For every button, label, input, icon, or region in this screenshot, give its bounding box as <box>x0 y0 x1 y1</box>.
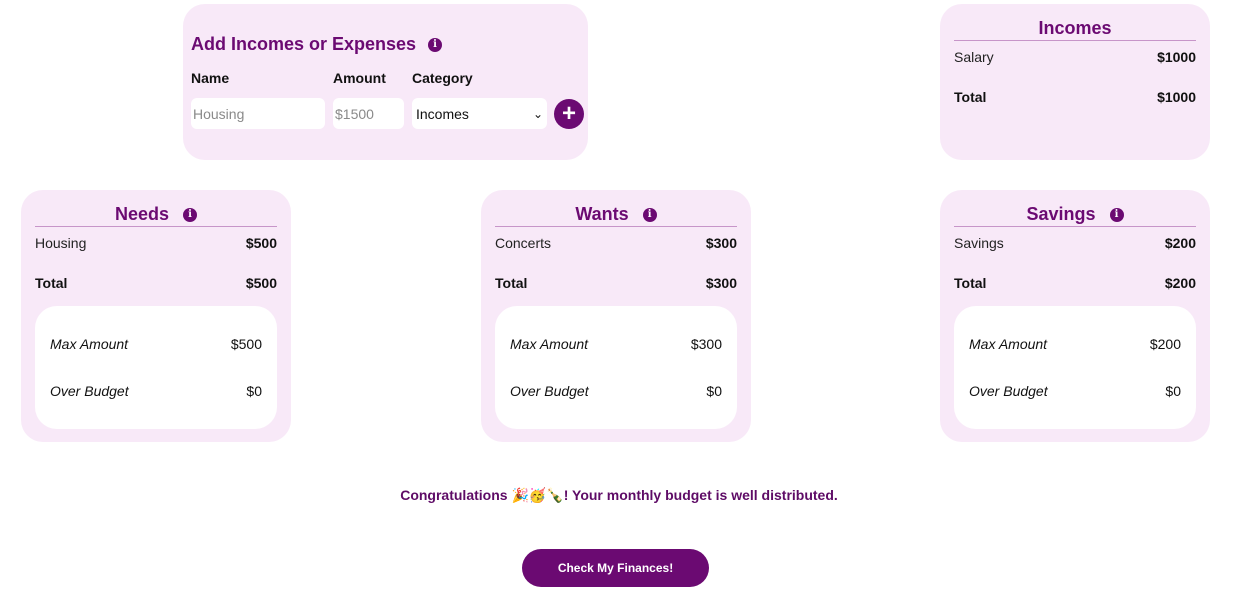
item-amount: $300 <box>705 235 737 251</box>
max-amount-label: Max Amount <box>969 336 1048 352</box>
needs-total-row: Total $500 <box>35 275 277 291</box>
over-budget-value: $0 <box>706 383 722 399</box>
name-label: Name <box>191 70 230 86</box>
wants-card: Wants i Concerts $300 Total $300 Max Amo… <box>481 190 751 442</box>
list-item: Salary $1000 <box>954 49 1196 65</box>
over-budget-row: Over Budget $0 <box>50 383 262 399</box>
list-item: Concerts $300 <box>495 235 737 251</box>
amount-label: Amount <box>333 70 386 86</box>
total-label: Total <box>954 275 987 291</box>
add-entry-button[interactable]: + <box>554 99 584 129</box>
needs-header: Needs i <box>35 204 277 227</box>
over-budget-label: Over Budget <box>969 383 1048 399</box>
savings-header: Savings i <box>954 204 1196 227</box>
add-entry-card: Add Incomes or Expenses i Name Amount Ca… <box>183 4 588 160</box>
add-entry-title-row: Add Incomes or Expenses i <box>191 34 443 55</box>
total-amount: $1000 <box>1157 89 1196 105</box>
item-amount: $1000 <box>1157 49 1196 65</box>
category-label: Category <box>412 70 473 86</box>
add-entry-title: Add Incomes or Expenses <box>191 34 417 54</box>
max-amount-row: Max Amount $200 <box>969 336 1181 352</box>
needs-budget-box: Max Amount $500 Over Budget $0 <box>35 306 277 429</box>
over-budget-value: $0 <box>246 383 262 399</box>
total-amount: $300 <box>705 275 737 291</box>
over-budget-label: Over Budget <box>510 383 589 399</box>
max-amount-row: Max Amount $500 <box>50 336 262 352</box>
total-amount: $500 <box>245 275 277 291</box>
item-name: Savings <box>954 235 1004 251</box>
chevron-down-icon: ⌄ <box>532 106 543 121</box>
item-name: Housing <box>35 235 87 251</box>
savings-card: Savings i Savings $200 Total $200 Max Am… <box>940 190 1210 442</box>
item-name: Salary <box>954 49 994 65</box>
incomes-title: Incomes <box>1038 18 1112 38</box>
max-amount-row: Max Amount $300 <box>510 336 722 352</box>
max-amount-value: $300 <box>690 336 722 352</box>
total-label: Total <box>495 275 528 291</box>
over-budget-row: Over Budget $0 <box>969 383 1181 399</box>
savings-title: Savings <box>1026 204 1096 224</box>
wants-total-row: Total $300 <box>495 275 737 291</box>
max-amount-value: $200 <box>1149 336 1181 352</box>
max-amount-label: Max Amount <box>50 336 129 352</box>
name-input[interactable] <box>191 98 325 129</box>
needs-card: Needs i Housing $500 Total $500 Max Amou… <box>21 190 291 442</box>
info-icon[interactable]: i <box>642 207 657 222</box>
category-select-value: Incomes <box>416 105 469 122</box>
wants-title: Wants <box>575 204 629 224</box>
amount-input[interactable] <box>333 98 404 129</box>
category-select[interactable]: Incomes ⌄ <box>412 98 547 129</box>
savings-total-row: Total $200 <box>954 275 1196 291</box>
item-name: Concerts <box>495 235 552 251</box>
max-amount-label: Max Amount <box>510 336 589 352</box>
wants-budget-box: Max Amount $300 Over Budget $0 <box>495 306 737 429</box>
list-item: Savings $200 <box>954 235 1196 251</box>
item-amount: $200 <box>1164 235 1196 251</box>
wants-header: Wants i <box>495 204 737 227</box>
status-message: Congratulations 🎉🥳🍾! Your monthly budget… <box>400 487 838 503</box>
incomes-card: Incomes Salary $1000 Total $1000 <box>940 4 1210 160</box>
list-item: Housing $500 <box>35 235 277 251</box>
over-budget-label: Over Budget <box>50 383 129 399</box>
info-icon[interactable]: i <box>428 37 443 52</box>
item-amount: $500 <box>245 235 277 251</box>
savings-budget-box: Max Amount $200 Over Budget $0 <box>954 306 1196 429</box>
max-amount-value: $500 <box>230 336 262 352</box>
over-budget-value: $0 <box>1165 383 1181 399</box>
incomes-header: Incomes <box>954 18 1196 41</box>
check-finances-button[interactable]: Check My Finances! <box>522 549 709 587</box>
over-budget-row: Over Budget $0 <box>510 383 722 399</box>
total-label: Total <box>954 89 987 105</box>
info-icon[interactable]: i <box>183 207 198 222</box>
total-amount: $200 <box>1164 275 1196 291</box>
incomes-total-row: Total $1000 <box>954 89 1196 105</box>
needs-title: Needs <box>114 204 170 224</box>
info-icon[interactable]: i <box>1109 207 1124 222</box>
total-label: Total <box>35 275 68 291</box>
